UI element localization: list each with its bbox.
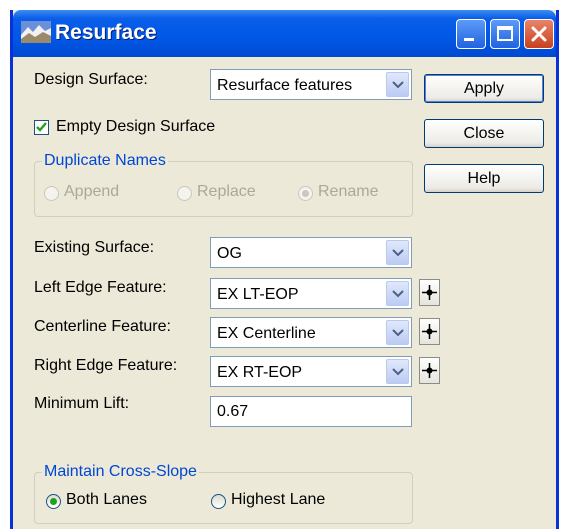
minimize-button[interactable]: [456, 19, 486, 49]
replace-label: Replace: [197, 183, 256, 200]
maintain-cross-slope-legend: Maintain Cross-Slope: [42, 463, 199, 481]
design-surface-select[interactable]: Resurface features: [210, 69, 412, 100]
checkmark-icon: [36, 122, 47, 132]
window-title: Resurface: [55, 21, 157, 44]
left-edge-feature-value: EX LT-EOP: [217, 286, 299, 303]
help-button[interactable]: Help: [424, 164, 544, 193]
close-window-button[interactable]: [524, 19, 554, 49]
resurface-dialog: Resurface Design Surface: Resurface feat…: [10, 10, 559, 529]
minimize-icon: [464, 38, 474, 41]
minimum-lift-label: Minimum Lift:: [34, 395, 130, 412]
right-edge-pick-button[interactable]: [419, 357, 440, 384]
design-surface-label: Design Surface:: [34, 71, 148, 88]
rename-radio-dot: [302, 190, 309, 197]
chevron-down-icon[interactable]: [386, 72, 409, 97]
centerline-pick-button[interactable]: [419, 318, 440, 345]
empty-design-surface-label: Empty Design Surface: [56, 118, 216, 135]
append-label: Append: [64, 183, 120, 200]
right-edge-feature-select[interactable]: EX RT-EOP: [210, 356, 412, 387]
right-edge-feature-label: Right Edge Feature:: [34, 357, 178, 374]
centerline-feature-select[interactable]: EX Centerline: [210, 317, 412, 348]
title-bar[interactable]: Resurface: [13, 10, 556, 57]
both-lanes-label: Both Lanes: [66, 491, 147, 508]
highest-lane-label: Highest Lane: [231, 491, 326, 508]
crosshair-icon: [422, 285, 437, 300]
apply-button[interactable]: Apply: [424, 74, 544, 103]
maximize-button[interactable]: [490, 19, 520, 49]
rename-label: Rename: [318, 183, 379, 200]
crosshair-icon: [422, 363, 437, 378]
left-edge-pick-button[interactable]: [419, 279, 440, 306]
chevron-down-icon[interactable]: [386, 240, 409, 265]
existing-surface-select[interactable]: OG: [210, 237, 412, 268]
crosshair-icon: [422, 324, 437, 339]
both-lanes-radio-dot: [50, 498, 57, 505]
chevron-down-icon[interactable]: [386, 359, 409, 384]
duplicate-names-legend: Duplicate Names: [42, 152, 168, 170]
design-surface-value: Resurface features: [217, 77, 353, 94]
centerline-feature-value: EX Centerline: [217, 325, 316, 342]
close-button[interactable]: Close: [424, 119, 544, 148]
existing-surface-label: Existing Surface:: [34, 239, 155, 256]
minimum-lift-input[interactable]: [211, 397, 411, 426]
left-edge-feature-select[interactable]: EX LT-EOP: [210, 278, 412, 309]
existing-surface-value: OG: [217, 245, 242, 262]
right-edge-feature-value: EX RT-EOP: [217, 364, 303, 381]
minimum-lift-field[interactable]: [210, 396, 412, 427]
centerline-feature-label: Centerline Feature:: [34, 318, 171, 335]
chevron-down-icon[interactable]: [386, 281, 409, 306]
rename-radio[interactable]: [298, 186, 313, 201]
left-edge-feature-label: Left Edge Feature:: [34, 279, 167, 296]
highest-lane-radio[interactable]: [211, 494, 226, 509]
maximize-icon: [497, 26, 513, 41]
both-lanes-radio[interactable]: [46, 494, 61, 509]
replace-radio[interactable]: [177, 186, 192, 201]
append-radio[interactable]: [44, 186, 59, 201]
terrain-icon: [21, 21, 51, 43]
empty-design-surface-checkbox[interactable]: [34, 120, 49, 135]
close-icon: [531, 26, 547, 42]
chevron-down-icon[interactable]: [386, 320, 409, 345]
